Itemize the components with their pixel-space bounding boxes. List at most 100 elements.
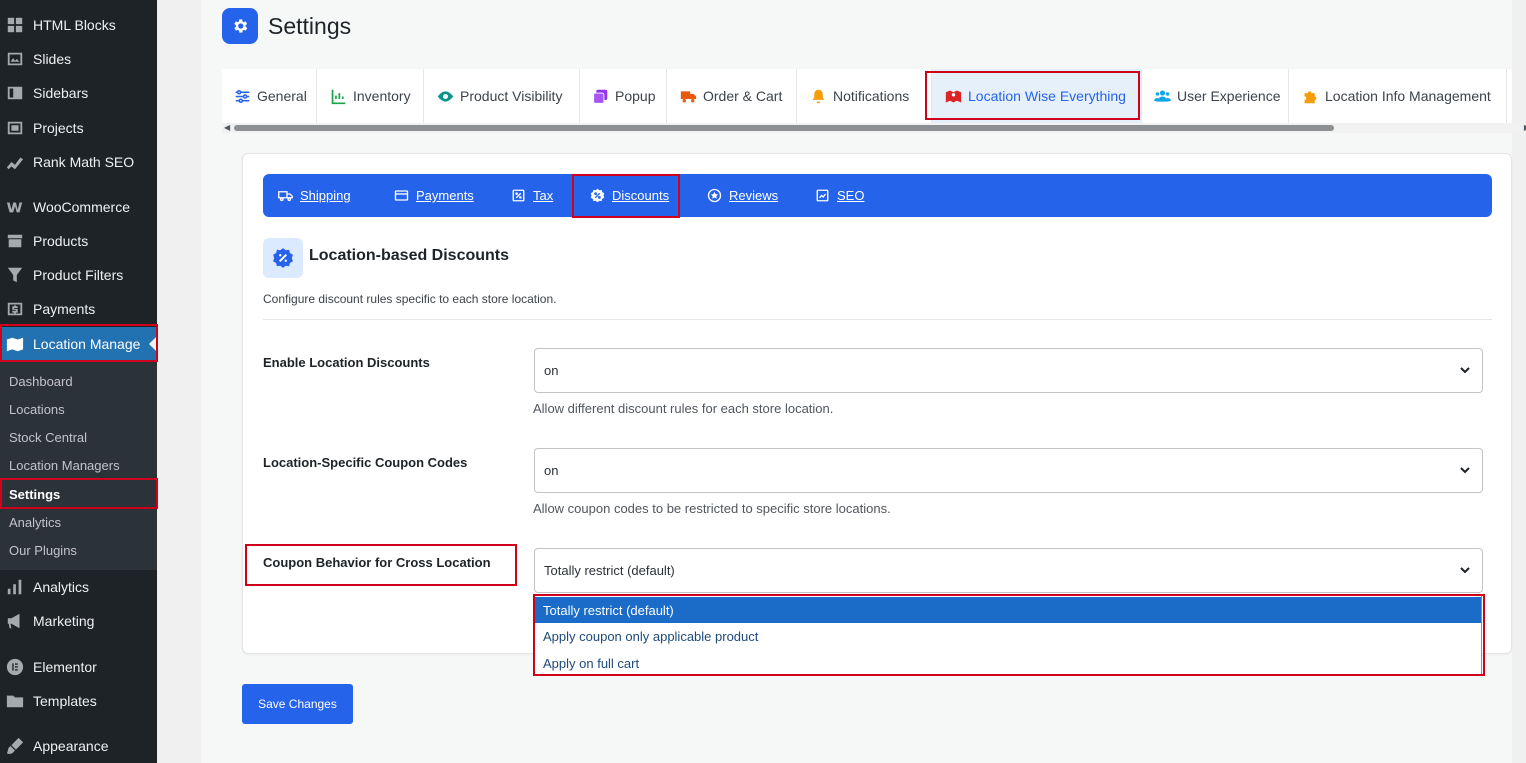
popup-icon [592,87,609,105]
subnav-label: Reviews [729,188,779,203]
menu-item-payments[interactable]: Payments [0,292,157,326]
tab-location-wise-everything[interactable]: Location Wise Everything [932,69,1142,123]
subnav-payments[interactable]: Payments [393,174,474,217]
subnav-discounts[interactable]: Discounts [589,174,669,217]
tab-product-visibility[interactable]: Product Visibility [424,69,580,123]
field-label-location-specific-coupons: Location-Specific Coupon Codes [263,455,468,470]
section-description: Configure discount rules specific to eac… [263,292,557,306]
dropdown-option[interactable]: Apply coupon only applicable product [535,623,1481,649]
tab-general[interactable]: General [222,69,317,123]
subnav-label: Discounts [612,188,670,203]
megaphone-icon [6,612,24,630]
menu-item-projects[interactable]: Projects [0,111,157,145]
content-area: Settings General Inventory Product Visib… [180,0,1526,763]
star-icon [706,188,722,204]
tab-notifications[interactable]: Notifications [797,69,932,123]
grid-icon [6,16,24,34]
menu-label: Location Manage [33,336,141,352]
page-title: Settings [268,13,352,39]
submenu-settings[interactable]: Settings [0,480,157,508]
select-value: on [544,463,559,478]
dollar-icon [6,300,24,318]
menu-item-appearance[interactable]: Appearance [0,729,157,763]
slides-icon [6,50,24,68]
menu-item-analytics[interactable]: Analytics [0,570,157,604]
menu-label: Payments [33,301,96,317]
scroll-left-icon[interactable]: ◀ [224,123,230,133]
sidebars-icon [6,84,24,102]
menu-item-marketing[interactable]: Marketing [0,604,157,638]
section-title: Location-based Discounts [309,247,510,264]
menu-item-slides[interactable]: Slides [0,42,157,76]
menu-item-location-manage[interactable]: Location Manage [0,327,157,361]
settings-tabs: General Inventory Product Visibility Pop… [222,69,1512,123]
subnav-reviews[interactable]: Reviews [706,174,778,217]
tab-label: Notifications [833,88,910,104]
subnav-shipping[interactable]: Shipping [277,174,351,217]
submenu-location-managers[interactable]: Location Managers [0,451,157,479]
settings-card: Shipping Payments Tax Discounts Reviews [242,153,1512,654]
elementor-icon [6,658,24,676]
shipping-icon [277,188,293,204]
admin-sidebar: HTML Blocks Slides Sidebars Projects Ran… [0,0,158,763]
folder-icon [6,692,24,710]
tab-location-info-management[interactable]: Location Info Management [1289,69,1507,123]
menu-item-sidebars[interactable]: Sidebars [0,76,157,110]
dropdown-option[interactable]: Apply on full cart [535,650,1481,676]
menu-label: Appearance [33,738,109,754]
menu-label: WooCommerce [33,199,130,215]
sliders-icon [234,87,251,105]
subnav-label: Payments [416,188,474,203]
subnav-tax[interactable]: Tax [510,174,553,217]
tab-more[interactable] [1507,69,1512,123]
discount-badge-icon [263,238,303,278]
tab-label: Popup [615,88,656,104]
brush-icon [6,737,24,755]
tab-user-experience[interactable]: User Experience [1142,69,1289,123]
help-text: Allow different discount rules for each … [533,401,834,416]
submenu-locations[interactable]: Locations [0,395,157,423]
menu-item-rank-math[interactable]: Rank Math SEO [0,145,157,179]
dropdown-option[interactable]: Totally restrict (default) [535,597,1481,623]
eye-icon [436,87,454,105]
tab-order-cart[interactable]: Order & Cart [667,69,797,123]
sub-navigation: Shipping Payments Tax Discounts Reviews [263,174,1492,217]
coupon-behavior-dropdown: Totally restrict (default) Apply coupon … [534,595,1482,675]
select-value: on [544,363,559,378]
tab-popup[interactable]: Popup [580,69,667,123]
field-label-coupon-behavior: Coupon Behavior for Cross Location [263,555,491,570]
tab-inventory[interactable]: Inventory [317,69,424,123]
subnav-label: SEO [837,188,865,203]
seo-icon [814,188,830,204]
menu-item-products[interactable]: Products [0,224,157,258]
menu-item-product-filters[interactable]: Product Filters [0,258,157,292]
select-value: Totally restrict (default) [544,563,675,578]
menu-item-elementor[interactable]: Elementor [0,650,157,684]
save-changes-button[interactable]: Save Changes [242,684,353,724]
tab-label: Order & Cart [703,88,783,104]
select-location-specific-coupons[interactable]: on [534,448,1483,493]
menu-item-templates[interactable]: Templates [0,684,157,718]
tab-label: User Experience [1177,88,1281,104]
submenu-dashboard[interactable]: Dashboard [0,367,157,395]
subnav-label: Tax [533,188,554,203]
bell-icon [809,87,827,105]
submenu-stock-central[interactable]: Stock Central [0,423,157,451]
select-coupon-behavior[interactable]: Totally restrict (default) [534,548,1483,593]
menu-label: Marketing [33,613,95,629]
tab-label: Inventory [353,88,411,104]
tabs-scrollbar[interactable]: ◀ ▶ [222,123,1526,133]
submenu-our-plugins[interactable]: Our Plugins [0,536,157,564]
bar-chart-icon [6,578,24,596]
menu-item-woocommerce[interactable]: WooCommerce [0,190,157,224]
menu-label: Product Filters [33,267,124,283]
projects-icon [6,119,24,137]
puzzle-icon [1301,87,1319,105]
filter-icon [6,266,24,284]
users-icon [1154,87,1171,105]
select-enable-location-discounts[interactable]: on [534,348,1483,393]
subnav-seo[interactable]: SEO [814,174,864,217]
menu-item-html-blocks[interactable]: HTML Blocks [0,8,157,42]
submenu-analytics[interactable]: Analytics [0,508,157,536]
scroll-thumb[interactable] [234,125,1334,131]
